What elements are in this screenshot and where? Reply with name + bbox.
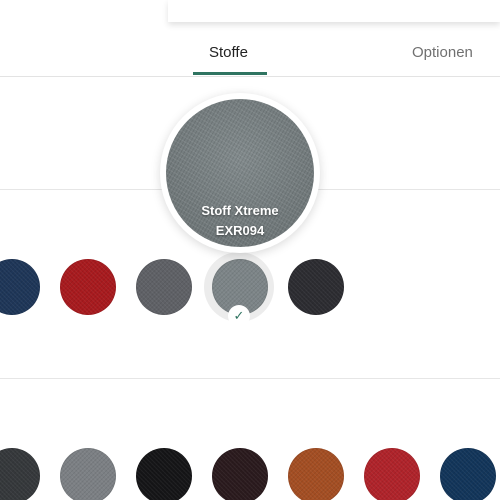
tab-bar: Stoffe Optionen bbox=[0, 30, 500, 77]
fabric-preview-bubble: Stoff Xtreme EXR094 bbox=[160, 93, 320, 253]
fabric-swatch-red[interactable] bbox=[60, 259, 116, 315]
fabric-swatch-navy[interactable] bbox=[0, 259, 40, 315]
fabric-swatch-navy[interactable] bbox=[440, 448, 496, 500]
check-icon: ✓ bbox=[228, 305, 250, 327]
section-divider bbox=[0, 378, 500, 379]
fabric-swatch-dark-grey[interactable] bbox=[136, 259, 192, 315]
fabric-swatch-cognac[interactable] bbox=[288, 448, 344, 500]
preview-fabric-code: EXR094 bbox=[215, 223, 265, 238]
fabric-configurator: Stoffe Optionen ✓ Stoff Xtreme EXR094 bbox=[0, 0, 500, 500]
tab-optionen[interactable]: Optionen bbox=[412, 44, 473, 62]
top-panel bbox=[168, 0, 500, 22]
tab-stoffe[interactable]: Stoffe bbox=[209, 44, 248, 62]
fabric-swatch-anthracite[interactable] bbox=[288, 259, 344, 315]
preview-fabric-name: Stoff Xtreme bbox=[201, 203, 279, 218]
active-tab-indicator bbox=[193, 72, 267, 75]
fabric-swatch-grey[interactable] bbox=[60, 448, 116, 500]
fabric-preview-image: Stoff Xtreme EXR094 bbox=[166, 99, 314, 247]
fabric-swatch-black[interactable] bbox=[136, 448, 192, 500]
fabric-swatch-red[interactable] bbox=[364, 448, 420, 500]
fabric-swatch-charcoal[interactable] bbox=[0, 448, 40, 500]
fabric-swatch-dark-brown[interactable] bbox=[212, 448, 268, 500]
